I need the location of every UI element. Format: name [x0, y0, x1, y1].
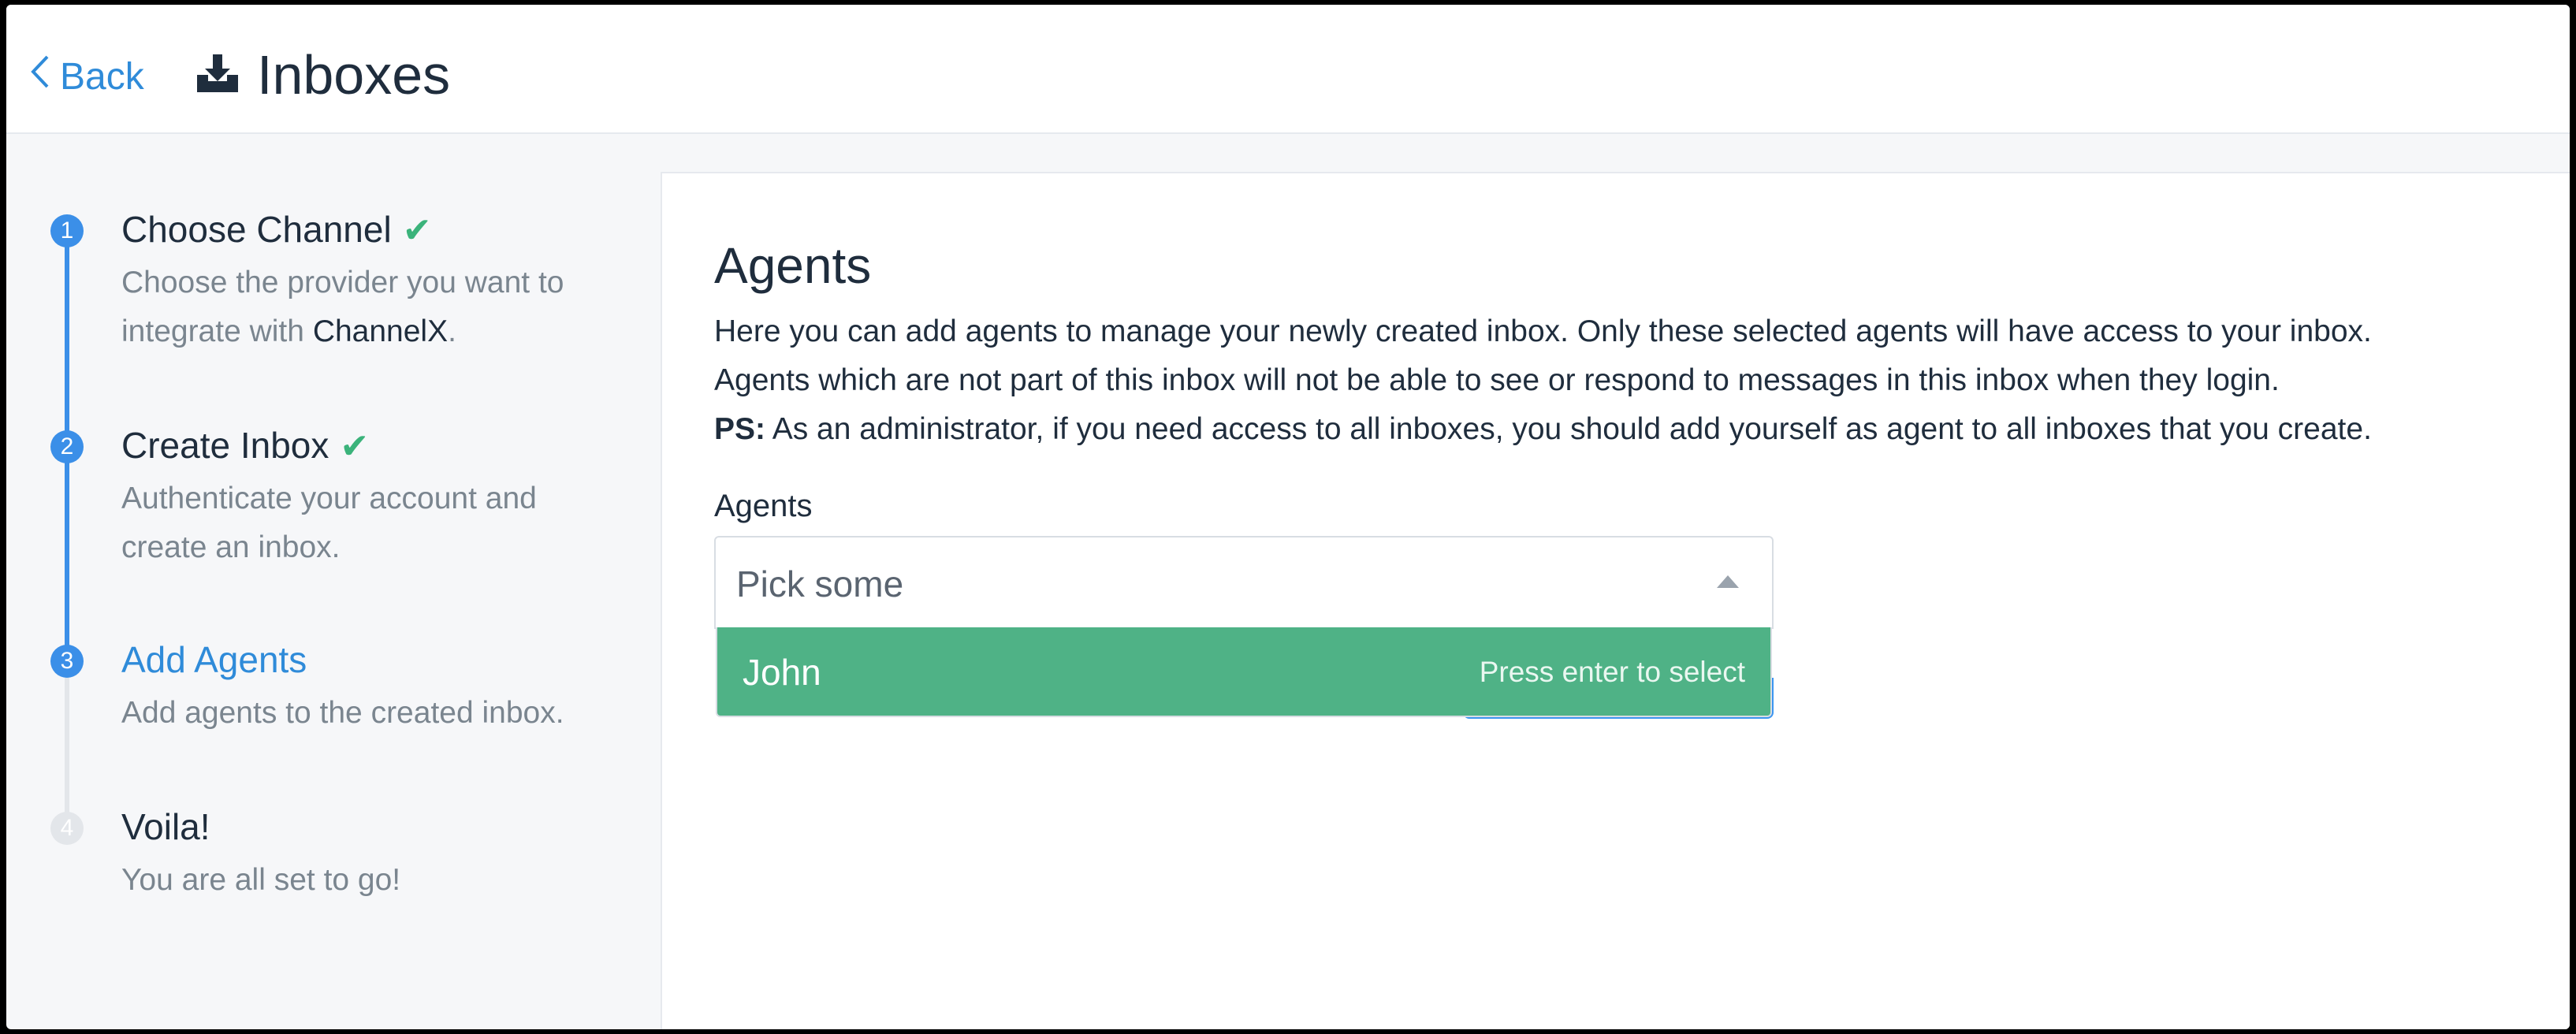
- description-line-2: Agents which are not part of this inbox …: [714, 363, 2280, 397]
- step-description: You are all set to go!: [121, 863, 401, 897]
- step-number: 2: [50, 430, 84, 463]
- chevron-left-icon: [30, 54, 50, 99]
- agent-option-john[interactable]: John Press enter to select: [716, 627, 1772, 717]
- check-icon: ✔: [402, 211, 432, 250]
- agents-panel: Agents Here you can add agents to manage…: [661, 172, 2570, 1029]
- option-hint: Press enter to select: [1479, 656, 1745, 688]
- option-label: John: [743, 652, 821, 693]
- inbox-download-icon: [195, 53, 240, 98]
- step-number: 3: [50, 645, 84, 678]
- agents-multiselect[interactable]: Pick some: [714, 536, 1774, 629]
- page-title-group: Inboxes: [195, 39, 450, 110]
- step-description: Add agents to the created inbox.: [121, 696, 564, 730]
- agents-select-placeholder: Pick some: [736, 563, 904, 604]
- wizard-sidebar: 1 Choose Channel ✔ Choose the provider yo…: [6, 136, 659, 1029]
- step-description: Authenticate your account and create an …: [121, 482, 537, 564]
- caret-up-icon: [1717, 575, 1739, 588]
- step-description: Choose the provider you want to integrat…: [121, 266, 564, 348]
- section-title: Agents: [714, 237, 872, 294]
- page-header: Back Inboxes: [6, 5, 2570, 134]
- description-ps: PS: As an administrator, if you need acc…: [714, 412, 2372, 446]
- back-label: Back: [60, 55, 144, 98]
- description-line-1: Here you can add agents to manage your n…: [714, 314, 2372, 348]
- section-description: Here you can add agents to manage your n…: [714, 307, 2570, 454]
- page-title: Inboxes: [257, 44, 451, 106]
- step-title: Voila!: [121, 806, 210, 847]
- step-title: Choose Channel ✔: [121, 209, 432, 250]
- check-icon: ✔: [340, 427, 370, 466]
- progress-line-inactive: [65, 668, 69, 826]
- step-number: 1: [50, 214, 84, 247]
- back-button[interactable]: Back: [30, 49, 144, 104]
- step-title: Add Agents: [121, 639, 307, 680]
- step-number: 4: [50, 812, 84, 845]
- app-window: Back Inboxes 1 Choose Channel ✔ Choose th…: [6, 5, 2570, 1029]
- agents-field-label: Agents: [714, 489, 813, 523]
- step-title: Create Inbox ✔: [121, 425, 370, 466]
